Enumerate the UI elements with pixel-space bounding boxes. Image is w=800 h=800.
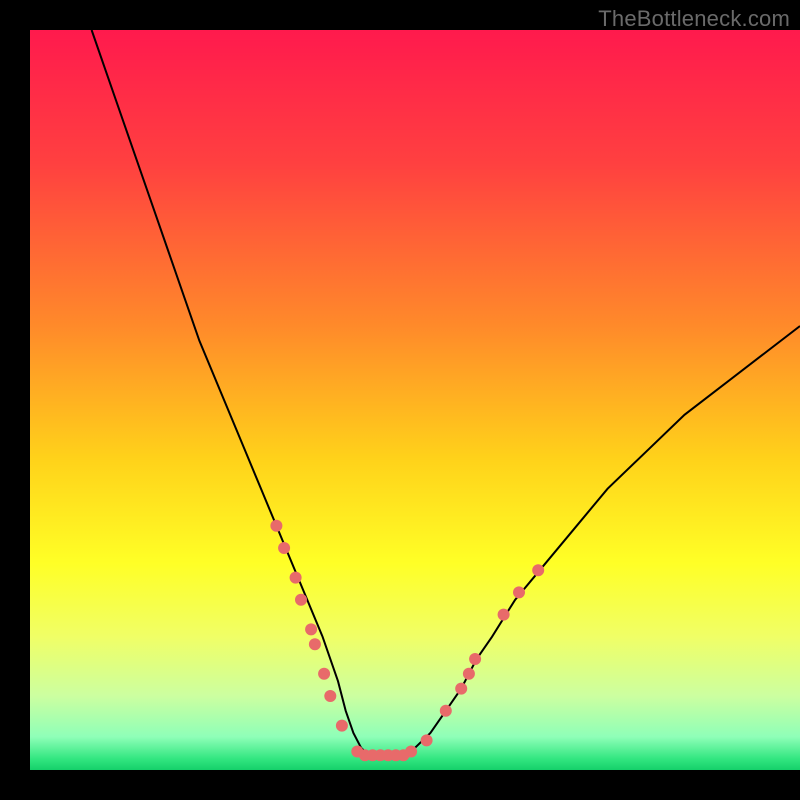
- plot-background: [30, 30, 800, 770]
- data-point: [513, 586, 525, 598]
- data-point: [290, 572, 302, 584]
- data-point: [336, 720, 348, 732]
- data-point: [455, 683, 467, 695]
- data-point: [463, 668, 475, 680]
- data-point: [295, 594, 307, 606]
- data-point: [405, 746, 417, 758]
- data-point: [421, 734, 433, 746]
- bottleneck-chart: [0, 0, 800, 800]
- data-point: [498, 609, 510, 621]
- data-point: [270, 520, 282, 532]
- data-point: [532, 564, 544, 576]
- data-point: [318, 668, 330, 680]
- chart-container: TheBottleneck.com: [0, 0, 800, 800]
- data-point: [305, 623, 317, 635]
- watermark-label: TheBottleneck.com: [598, 6, 790, 32]
- data-point: [278, 542, 290, 554]
- data-point: [440, 705, 452, 717]
- data-point: [469, 653, 481, 665]
- data-point: [324, 690, 336, 702]
- data-point: [309, 638, 321, 650]
